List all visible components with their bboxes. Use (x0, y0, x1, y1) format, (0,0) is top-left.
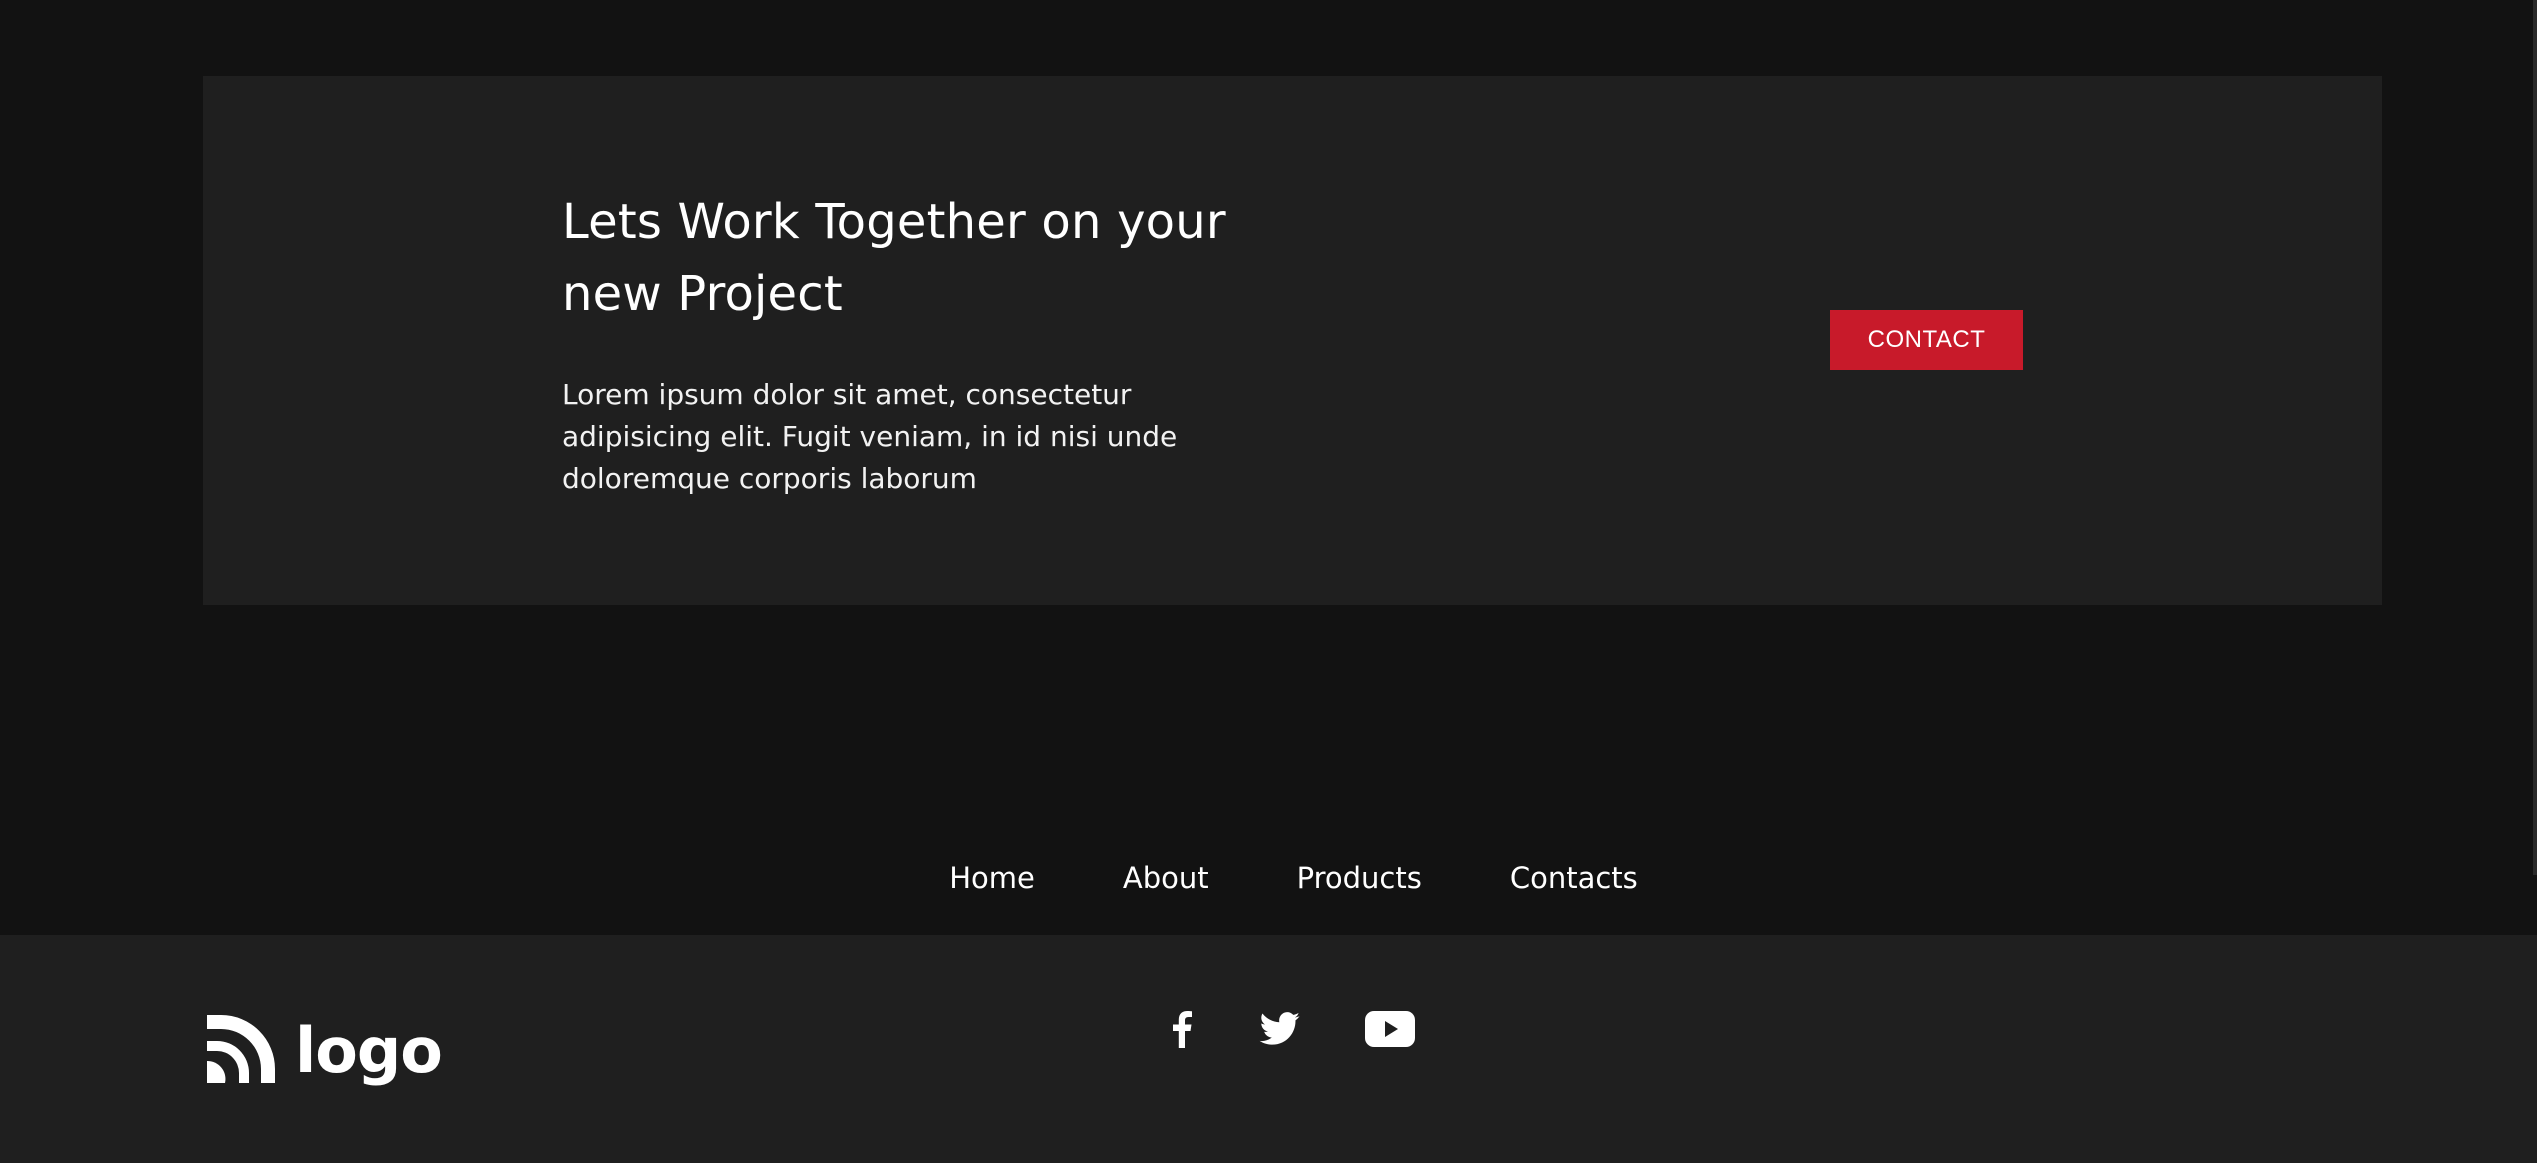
contact-button[interactable]: CONTACT (1830, 310, 2023, 370)
footer-bar: logo (0, 935, 2537, 1163)
nav-item-products: Products (1297, 854, 1422, 902)
nav-item-home: Home (949, 854, 1035, 902)
cta-title: Lets Work Together on your new Project (562, 194, 1226, 322)
page: Lets Work Together on your new Project L… (0, 0, 2537, 1163)
footer-nav: Home About Products Contacts (0, 854, 2537, 902)
nav-link-contacts[interactable]: Contacts (1510, 854, 1638, 902)
logo-text: logo (295, 1014, 443, 1087)
nav-list: Home About Products Contacts (949, 854, 1638, 902)
twitter-link[interactable] (1254, 1005, 1306, 1057)
nav-link-home[interactable]: Home (949, 854, 1035, 902)
scrollbar-edge (2533, 0, 2537, 875)
social-links (1156, 1005, 1420, 1057)
cta-text-block: Lets Work Together on your new Project L… (562, 186, 1282, 500)
youtube-icon (1365, 1011, 1415, 1051)
cta-card: Lets Work Together on your new Project L… (203, 76, 2382, 605)
twitter-icon (1259, 1012, 1301, 1050)
facebook-link[interactable] (1156, 1005, 1208, 1057)
logo-mark-icon (203, 1011, 279, 1091)
nav-item-about: About (1123, 854, 1209, 902)
nav-link-about[interactable]: About (1123, 854, 1209, 902)
youtube-link[interactable] (1360, 1005, 1420, 1057)
facebook-icon (1171, 1010, 1193, 1052)
nav-item-contacts: Contacts (1510, 854, 1638, 902)
cta-description: Lorem ipsum dolor sit amet, consectetur … (562, 378, 1178, 495)
nav-link-products[interactable]: Products (1297, 854, 1422, 902)
footer-logo[interactable]: logo (203, 1011, 443, 1091)
